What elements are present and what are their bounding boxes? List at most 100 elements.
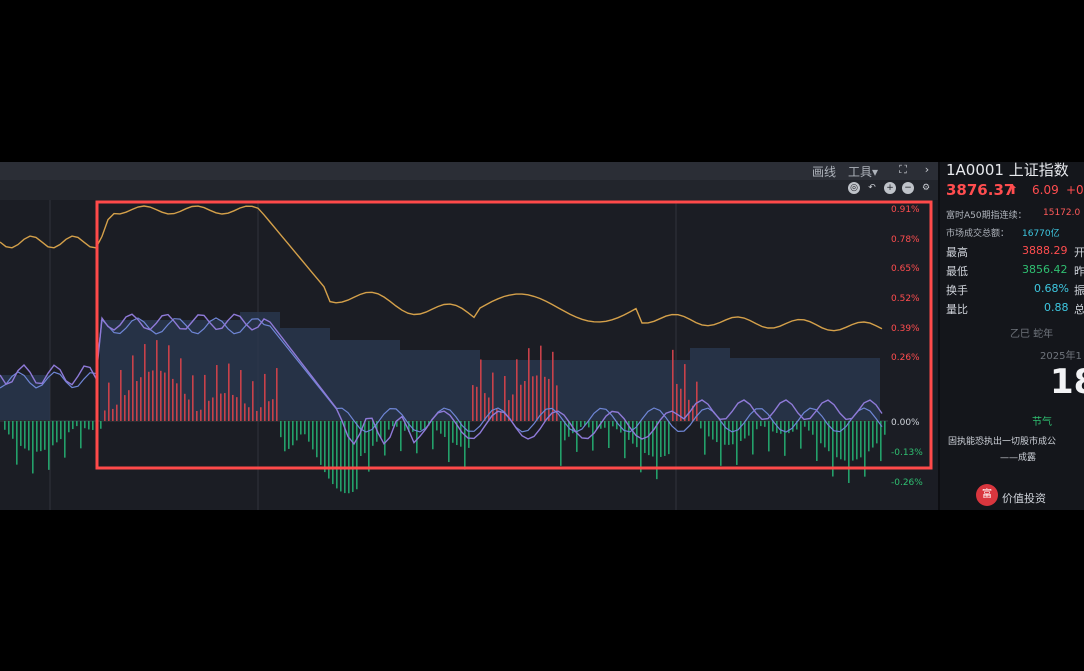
flow-bar-down [24, 421, 26, 449]
flow-bar-down [288, 421, 290, 449]
flow-bar-up [192, 375, 194, 421]
flow-bar-down [100, 421, 102, 429]
volume-block [280, 328, 330, 420]
flow-bar-up [684, 364, 686, 421]
flow-bar-up [548, 378, 550, 421]
flow-bar-down [820, 421, 822, 444]
flow-bar-down [88, 421, 90, 430]
y-axis-label: -0.13% [891, 448, 923, 458]
flow-bar-up [256, 410, 258, 421]
y-axis-label: 0.52% [891, 294, 920, 304]
flow-bar-down [76, 421, 78, 427]
turnover-value: 16770亿 [1022, 229, 1060, 239]
fullscreen-icon[interactable]: ⛶ [897, 164, 909, 176]
flow-bar-up [124, 395, 126, 421]
flow-bar-down [748, 421, 750, 436]
flow-bar-up [532, 376, 534, 421]
flow-bar-down [800, 421, 802, 449]
flow-bar-up [260, 407, 262, 421]
flow-bar-down [348, 421, 350, 494]
tools-menu-button[interactable]: 工具▾ [848, 163, 878, 180]
flow-bar-down [592, 421, 594, 451]
flow-bar-up [264, 373, 266, 421]
flow-bar-down [860, 421, 862, 458]
flow-bar-down [856, 421, 858, 460]
value-invest-label[interactable]: 价值投资 [1002, 490, 1046, 506]
flow-bar-down [388, 421, 390, 430]
high-label: 最高 [946, 246, 968, 259]
flow-bar-up [216, 365, 218, 421]
flow-bar-down [40, 421, 42, 452]
quote-text: 固执能恐执出一切股市成公 [948, 437, 1057, 447]
zoom-in-icon[interactable]: + [884, 182, 896, 194]
flow-bar-down [84, 421, 86, 429]
flow-bar-down [308, 421, 310, 442]
flow-bar-down [72, 421, 74, 430]
flow-bar-down [840, 421, 842, 460]
flow-bar-down [312, 421, 314, 450]
flow-bar-down [4, 421, 6, 430]
flow-bar-down [724, 421, 726, 445]
flow-bar-down [340, 421, 342, 492]
flow-bar-up [228, 363, 230, 421]
flow-bar-up [244, 403, 246, 421]
settings-circle-icon[interactable]: ◎ [848, 182, 860, 194]
flow-bar-up [520, 384, 522, 421]
value-invest-avatar[interactable]: 富 [976, 484, 998, 506]
flow-bar-down [432, 421, 434, 450]
flow-bar-up [472, 385, 474, 421]
turnover-rate-value: 0.68% [1034, 282, 1069, 295]
flow-bar-down [740, 421, 742, 441]
chevron-right-icon[interactable]: › [921, 164, 933, 176]
flow-bar-up [208, 400, 210, 421]
flow-bar-up [144, 344, 146, 421]
volume-ratio-value: 0.88 [1044, 301, 1069, 314]
low-value: 3856.42 [1022, 263, 1068, 276]
flow-bar-down [416, 421, 418, 454]
solar-term: 节气 [1032, 417, 1052, 428]
volume-block [480, 360, 690, 420]
flow-bar-down [612, 421, 614, 427]
flow-bar-up [120, 369, 122, 421]
flow-bar-down [732, 421, 734, 445]
flow-bar-down [868, 421, 870, 452]
flow-bar-down [848, 421, 850, 483]
flow-bar-up [136, 381, 138, 421]
index-code-title: 1A0001 上证指数 [946, 162, 1069, 179]
flow-bar-up [488, 397, 490, 421]
flow-bar-down [356, 421, 358, 490]
flow-bar-up [148, 371, 150, 421]
flow-bar-down [280, 421, 282, 438]
flow-bar-down [332, 421, 334, 485]
flow-bar-down [292, 421, 294, 446]
flow-bar-up [524, 381, 526, 421]
flow-bar-down [720, 421, 722, 466]
flow-bar-up [140, 377, 142, 421]
flow-bar-down [420, 421, 422, 431]
flow-bar-down [296, 421, 298, 441]
flow-bar-up [672, 349, 674, 421]
flow-bar-down [336, 421, 338, 489]
calendar-date: 2025年1 [1040, 351, 1082, 362]
flow-bar-down [652, 421, 654, 457]
gear-icon[interactable]: ⚙ [920, 182, 932, 194]
high-value: 3888.29 [1022, 244, 1068, 257]
flow-bar-down [80, 421, 82, 449]
flow-bar-up [116, 404, 118, 421]
quote-author: ——成露 [1000, 453, 1037, 463]
y-axis-label: -0.26% [891, 478, 923, 488]
flow-bar-up [476, 386, 478, 421]
y-axis-label: 0.26% [891, 353, 920, 363]
draw-line-button[interactable]: 画线 [812, 163, 836, 180]
flow-bar-up [536, 375, 538, 421]
flow-bar-up [688, 399, 690, 421]
flow-bar-down [392, 421, 394, 427]
flow-bar-up [104, 410, 106, 421]
flow-bar-down [48, 421, 50, 470]
open-suffix: 开 [1074, 246, 1084, 259]
flow-bar-up [152, 370, 154, 421]
undo-icon[interactable]: ↶ [866, 182, 878, 194]
flow-bar-down [624, 421, 626, 459]
zoom-out-icon[interactable]: − [902, 182, 914, 194]
flow-bar-down [876, 421, 878, 444]
